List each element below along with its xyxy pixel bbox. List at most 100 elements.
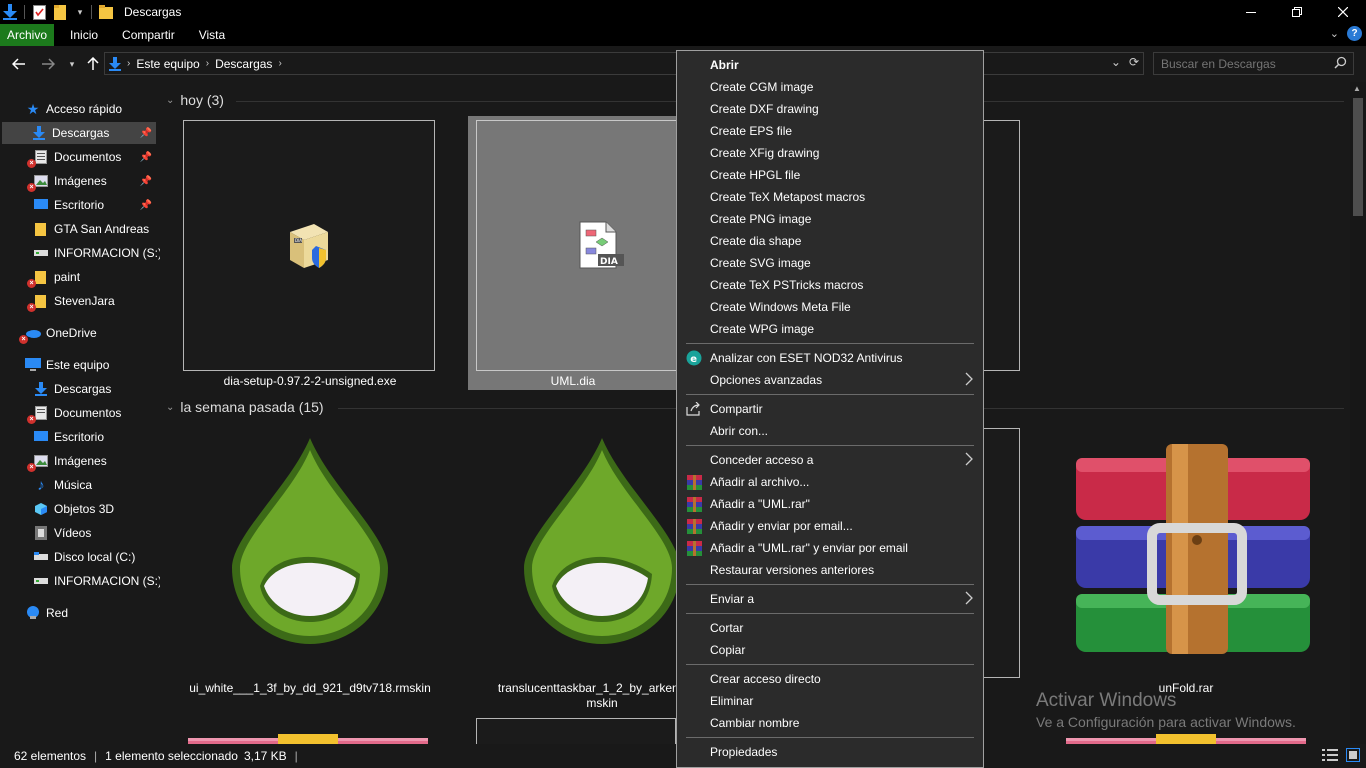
menu-item-conceder-acceso[interactable]: Conceder acceso a	[677, 449, 983, 471]
pin-icon[interactable]: 📌	[140, 176, 152, 187]
pin-icon[interactable]: 📌	[140, 152, 152, 163]
vertical-scrollbar[interactable]: ▲	[1350, 82, 1366, 744]
menu-item-anadir-archivo[interactable]: Añadir al archivo...	[677, 471, 983, 493]
search-icon[interactable]	[1334, 56, 1347, 72]
nav-pc-informacion[interactable]: INFORMACION (S:)	[33, 570, 162, 592]
download-arrow-icon[interactable]	[2, 4, 18, 20]
menu-item-create-pstricks[interactable]: Create TeX PSTricks macros	[677, 274, 983, 296]
menu-item-create-metapost[interactable]: Create TeX Metapost macros	[677, 186, 983, 208]
address-history-chevron-icon[interactable]: ⌄	[1111, 55, 1121, 69]
nav-pc-documentos[interactable]: × Documentos	[27, 402, 121, 424]
tab-archivo[interactable]: Archivo	[0, 24, 55, 46]
menu-item-abrir-con[interactable]: Abrir con...	[677, 420, 983, 442]
nav-pc-imagenes[interactable]: × Imágenes	[27, 450, 107, 472]
breadcrumb-chevron-icon[interactable]: ›	[206, 58, 209, 69]
nav-quick-escritorio[interactable]: Escritorio 📌	[33, 194, 156, 216]
menu-item-create-eps[interactable]: Create EPS file	[677, 120, 983, 142]
menu-item-propiedades[interactable]: Propiedades	[677, 741, 983, 763]
menu-item-restaurar-versiones[interactable]: Restaurar versiones anteriores	[677, 559, 983, 581]
menu-item-anadir-uml-rar-email[interactable]: Añadir a "UML.rar" y enviar por email	[677, 537, 983, 559]
menu-item-opciones-avanzadas[interactable]: Opciones avanzadas	[677, 369, 983, 391]
group-header-last-week[interactable]: ⌄ la semana pasada (15)	[166, 399, 324, 415]
menu-item-copiar[interactable]: Copiar	[677, 639, 983, 661]
cloud-icon: ×	[19, 325, 41, 344]
address-bar[interactable]: › Este equipo › Descargas › ⌄ ⟳	[104, 52, 1144, 75]
nav-quick-imagenes[interactable]: × Imágenes 📌	[27, 170, 156, 192]
back-arrow-icon[interactable]	[9, 54, 29, 74]
menu-item-create-cgm[interactable]: Create CGM image	[677, 76, 983, 98]
scroll-up-arrow-icon[interactable]: ▲	[1353, 84, 1361, 93]
menu-item-create-svg[interactable]: Create SVG image	[677, 252, 983, 274]
nav-this-pc[interactable]: Este equipo	[25, 354, 109, 376]
tab-compartir[interactable]: Compartir	[112, 24, 185, 46]
pin-icon[interactable]: 📌	[140, 200, 152, 211]
nav-pc-escritorio[interactable]: Escritorio	[33, 426, 104, 448]
nav-pc-objetos3d[interactable]: Objetos 3D	[33, 498, 114, 520]
menu-item-create-wpg[interactable]: Create WPG image	[677, 318, 983, 340]
menu-item-crear-acceso-directo[interactable]: Crear acceso directo	[677, 668, 983, 690]
expand-ribbon-icon[interactable]: ⌄	[1330, 27, 1339, 40]
nav-label: Vídeos	[54, 526, 92, 540]
menu-item-anadir-enviar-email[interactable]: Añadir y enviar por email...	[677, 515, 983, 537]
folder-icon: ×	[27, 293, 49, 312]
file-tile-selected[interactable]: DIA UML.dia	[468, 116, 678, 390]
nav-quick-gta[interactable]: GTA San Andreas	[33, 218, 149, 240]
menu-item-abrir[interactable]: Abrir	[677, 54, 983, 76]
close-button[interactable]	[1320, 0, 1366, 24]
menu-item-anadir-uml-rar[interactable]: Añadir a "UML.rar"	[677, 493, 983, 515]
nav-label: Escritorio	[54, 430, 105, 444]
menu-item-create-png[interactable]: Create PNG image	[677, 208, 983, 230]
collapse-chevron-icon[interactable]: ⌄	[166, 402, 174, 413]
nav-quick-paint[interactable]: × paint	[27, 266, 80, 288]
breadcrumb-chevron-icon[interactable]: ›	[278, 58, 281, 69]
scrollbar-thumb[interactable]	[1353, 98, 1363, 216]
menu-item-create-wmf[interactable]: Create Windows Meta File	[677, 296, 983, 318]
file-tile[interactable]: DIA dia-setup-0.97.2-2-unsigned.exe	[180, 118, 440, 390]
file-tile[interactable]: unFold.rar	[1056, 434, 1316, 704]
menu-item-create-dxf[interactable]: Create DXF drawing	[677, 98, 983, 120]
pin-icon[interactable]: 📌	[140, 128, 152, 139]
menu-item-enviar-a[interactable]: Enviar a	[677, 588, 983, 610]
customize-toolbar-icon[interactable]: ▾	[75, 4, 85, 20]
nav-network[interactable]: Red	[25, 602, 68, 624]
new-folder-icon[interactable]	[53, 4, 69, 20]
nav-quick-documentos[interactable]: × Documentos 📌	[27, 146, 156, 168]
search-input[interactable]	[1161, 56, 1331, 71]
minimize-button[interactable]	[1228, 0, 1274, 24]
breadcrumb-este-equipo[interactable]: Este equipo	[136, 57, 199, 71]
nav-onedrive[interactable]: × OneDrive	[19, 322, 97, 344]
menu-item-eset-scan[interactable]: e Analizar con ESET NOD32 Antivirus	[677, 347, 983, 369]
nav-quick-descargas[interactable]: Descargas 📌	[2, 122, 156, 144]
nav-pc-descargas[interactable]: Descargas	[33, 378, 111, 400]
nav-quick-stevenjara[interactable]: × StevenJara	[27, 290, 115, 312]
large-icons-view-icon[interactable]	[1346, 748, 1360, 765]
nav-pc-videos[interactable]: Vídeos	[33, 522, 91, 544]
menu-item-create-dia-shape[interactable]: Create dia shape	[677, 230, 983, 252]
forward-arrow-icon[interactable]	[38, 54, 58, 74]
nav-pc-musica[interactable]: ♪ Música	[33, 474, 92, 496]
collapse-chevron-icon[interactable]: ⌄	[166, 95, 174, 106]
nav-quick-informacion[interactable]: INFORMACION (S:)	[33, 242, 162, 264]
help-icon[interactable]: ?	[1347, 26, 1362, 41]
properties-icon[interactable]	[31, 4, 47, 20]
search-box[interactable]	[1153, 52, 1354, 75]
menu-item-create-hpgl[interactable]: Create HPGL file	[677, 164, 983, 186]
tab-inicio[interactable]: Inicio	[60, 24, 108, 46]
nav-pc-disco-c[interactable]: Disco local (C:)	[33, 546, 135, 568]
refresh-icon[interactable]: ⟳	[1129, 55, 1139, 69]
breadcrumb-chevron-icon[interactable]: ›	[127, 58, 130, 69]
tab-vista[interactable]: Vista	[189, 24, 235, 46]
group-header-today[interactable]: ⌄ hoy (3)	[166, 92, 224, 108]
maximize-button[interactable]	[1274, 0, 1320, 24]
file-tile[interactable]: ui_white___1_3f_by_dd_921_d9tv718.rmskin	[180, 432, 440, 712]
menu-item-create-xfig[interactable]: Create XFig drawing	[677, 142, 983, 164]
menu-item-cambiar-nombre[interactable]: Cambiar nombre	[677, 712, 983, 734]
up-arrow-icon[interactable]	[83, 54, 103, 74]
menu-item-eliminar[interactable]: Eliminar	[677, 690, 983, 712]
breadcrumb-descargas[interactable]: Descargas	[215, 57, 272, 71]
nav-quick-access[interactable]: ★ Acceso rápido	[25, 98, 122, 120]
details-view-icon[interactable]	[1322, 748, 1338, 765]
recent-locations-chevron-icon[interactable]: ▾	[62, 54, 82, 74]
menu-item-cortar[interactable]: Cortar	[677, 617, 983, 639]
menu-item-compartir[interactable]: Compartir	[677, 398, 983, 420]
